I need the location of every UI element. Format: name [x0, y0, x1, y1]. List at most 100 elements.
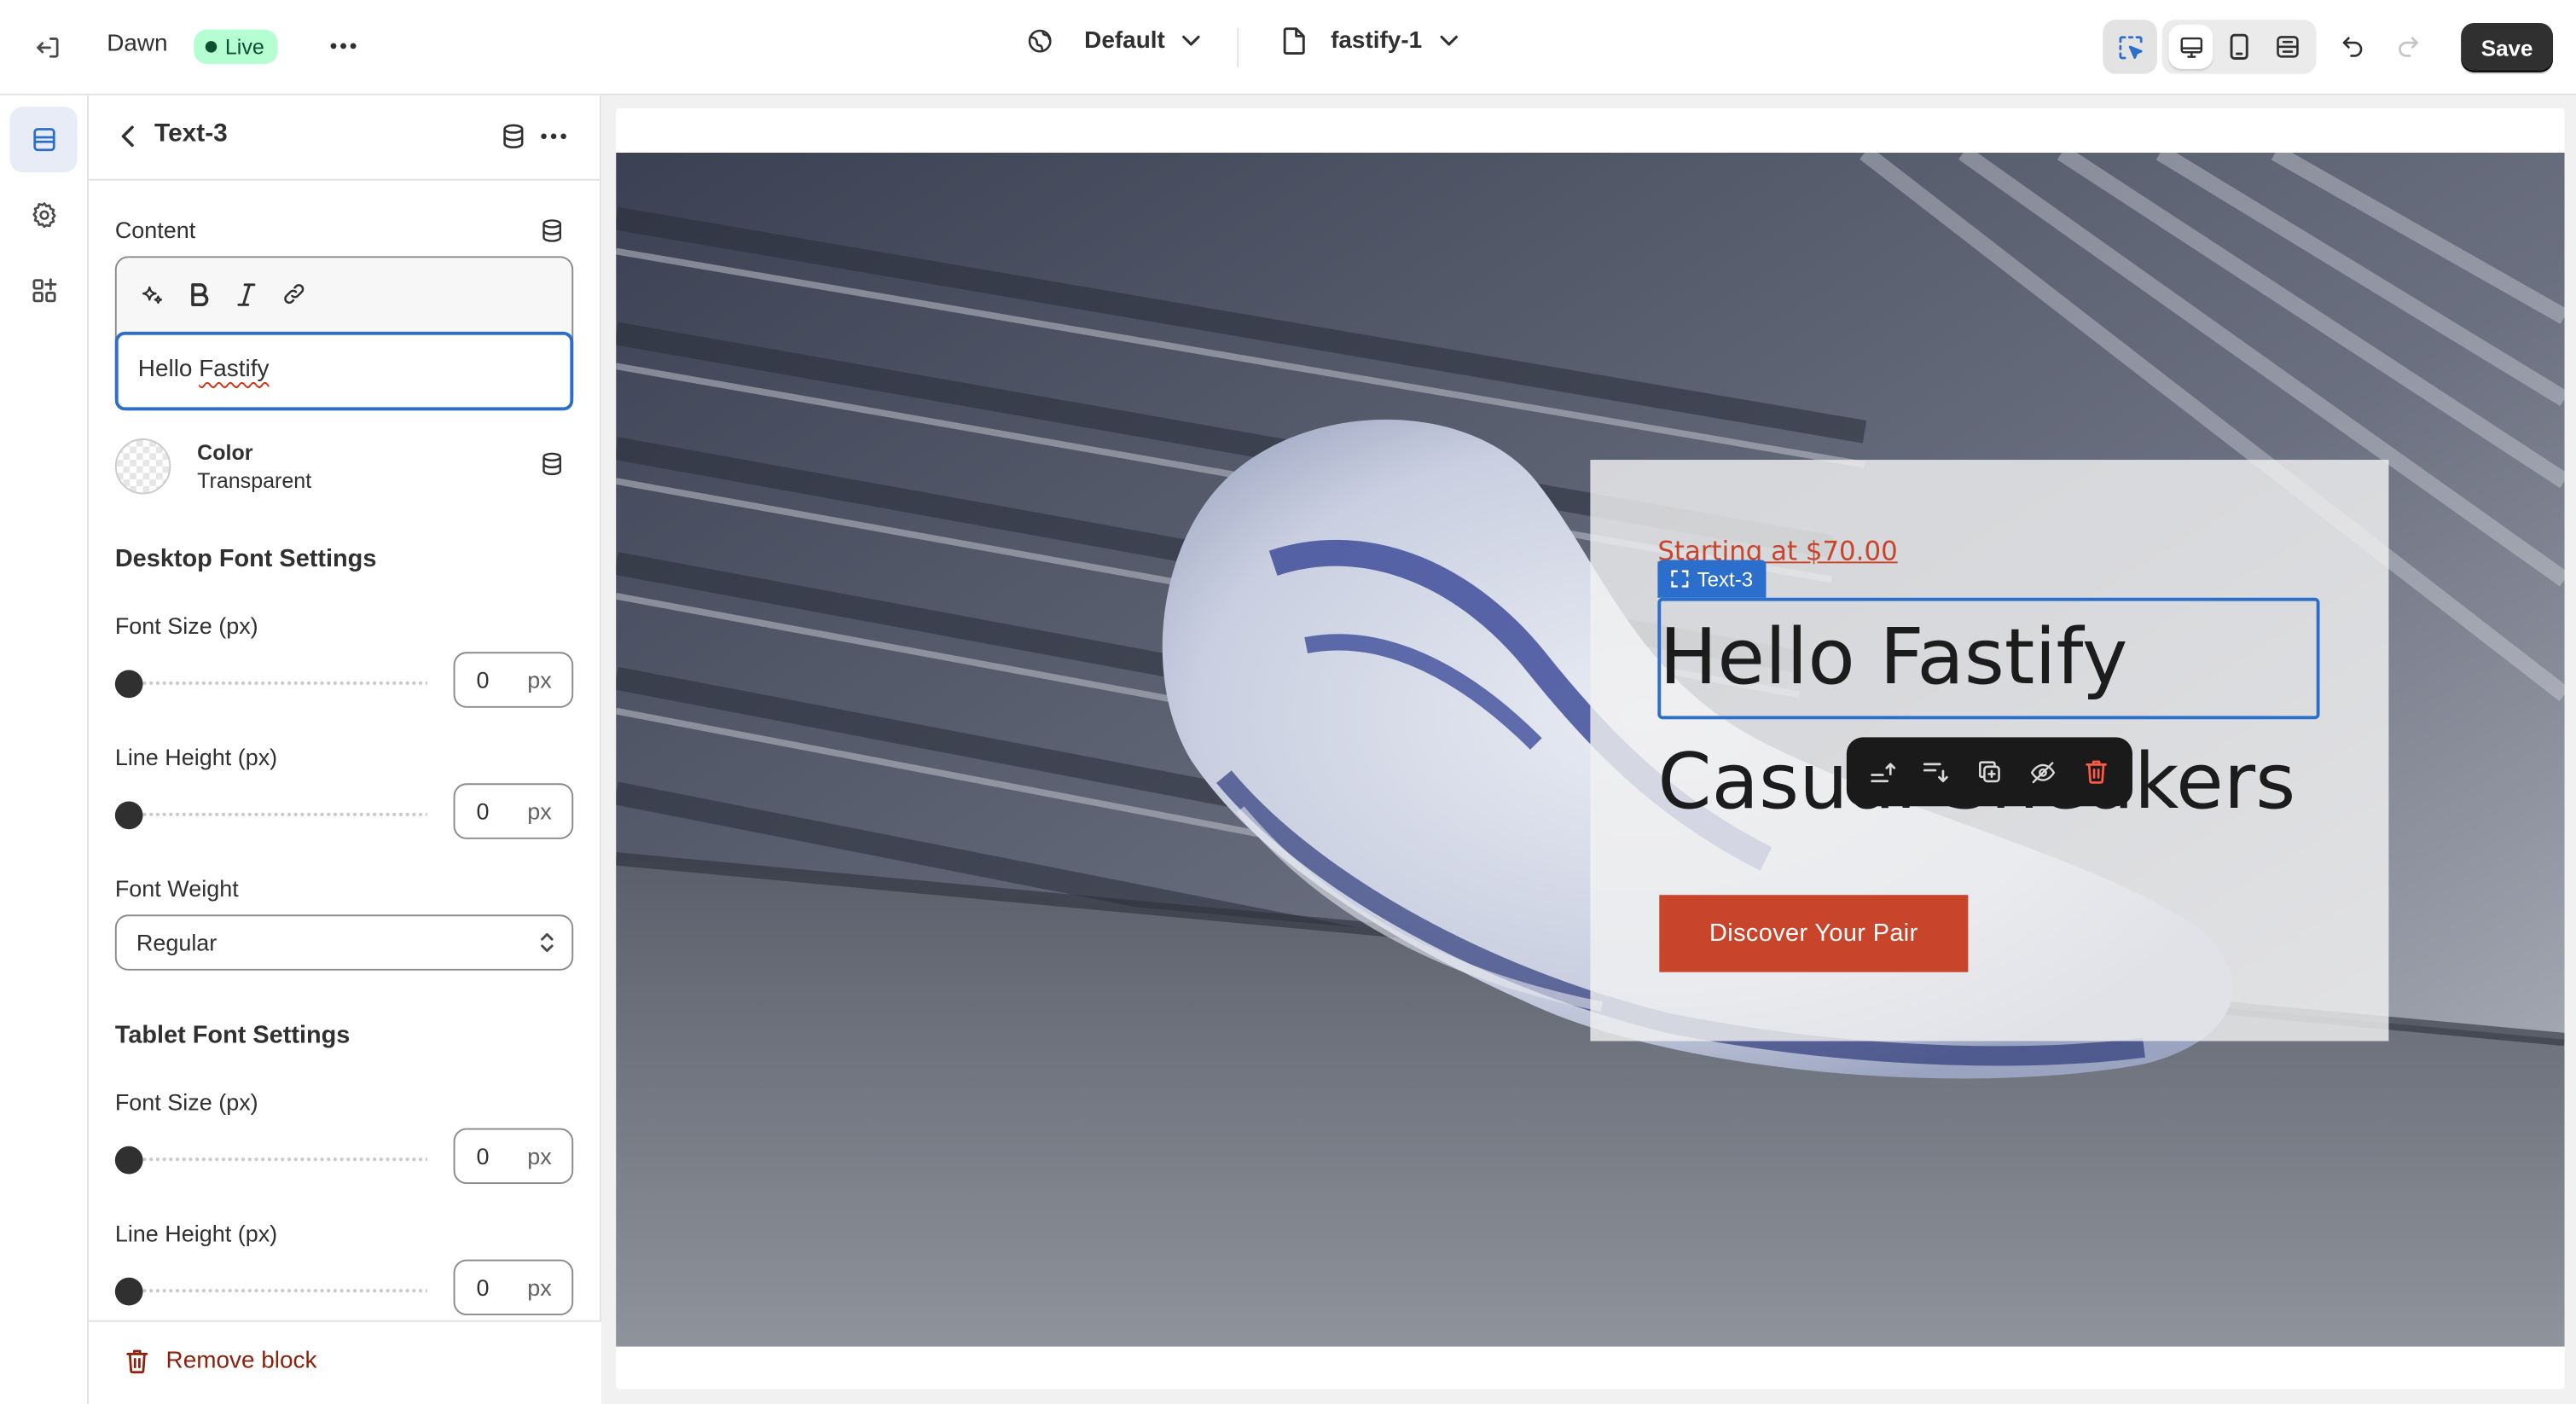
cursor-select-icon [2118, 35, 2142, 59]
theme-editor: Dawn Live Default fastify-1 Save Text-3 … [0, 0, 2576, 1404]
tablet-line-height-unit: px [527, 1273, 552, 1301]
left-rail [0, 95, 90, 1404]
apps-icon [32, 278, 56, 303]
color-label: Color [197, 439, 253, 465]
dynamic-source-button[interactable] [496, 119, 530, 154]
select-frame-icon [1671, 570, 1689, 588]
color-swatch[interactable] [114, 438, 171, 495]
sections-tab[interactable] [9, 107, 78, 173]
database-icon [502, 124, 523, 148]
ellipsis-icon [541, 133, 566, 140]
font-weight-value: Regular [136, 929, 218, 956]
status-dot [205, 41, 218, 53]
bold-icon [190, 282, 208, 306]
desktop-font-size-input[interactable]: 0 px [453, 652, 574, 708]
tablet-line-height-slider-thumb[interactable] [114, 1277, 143, 1306]
globe-icon [1028, 29, 1052, 53]
content-text: Hello [137, 356, 200, 383]
inspector-toggle-button[interactable] [2103, 20, 2157, 74]
desktop-font-size-value: 0 [476, 666, 490, 693]
link-button[interactable] [276, 276, 312, 311]
link-icon [284, 284, 305, 305]
ai-generate-button[interactable] [133, 276, 169, 311]
desktop-icon [2179, 36, 2202, 57]
sparkle-icon [141, 285, 162, 304]
content-input[interactable]: Hello Fastify [114, 331, 574, 411]
top-bar: Dawn Live Default fastify-1 Save [0, 0, 2576, 96]
chevron-down-icon [1439, 35, 1458, 46]
undo-icon [2342, 37, 2363, 57]
fullwidth-view-button[interactable] [2266, 25, 2310, 69]
gear-icon [32, 202, 55, 229]
font-weight-label: Font Weight [114, 875, 239, 902]
selected-block-tag: Text-3 [1657, 560, 1767, 598]
italic-button[interactable] [229, 276, 264, 311]
move-up-icon [1870, 762, 1895, 782]
desktop-line-height-value: 0 [476, 798, 490, 825]
eye-off-icon [2030, 761, 2055, 783]
tablet-font-size-input[interactable]: 0 px [453, 1128, 574, 1185]
apps-tab[interactable] [10, 258, 78, 323]
back-button[interactable] [108, 117, 148, 156]
tablet-line-height-input[interactable]: 0 px [453, 1259, 574, 1316]
trash-icon [126, 1349, 148, 1374]
move-down-button[interactable] [1915, 751, 1958, 793]
block-settings-panel: Text-3 Content Hello Fastify Color Trans… [89, 95, 601, 1404]
desktop-line-height-unit: px [527, 798, 552, 825]
tablet-font-size-value: 0 [476, 1142, 490, 1169]
template-selector[interactable]: Default [1025, 26, 1201, 56]
delete-block-button[interactable] [2074, 751, 2117, 793]
selected-block-outline [1657, 597, 2320, 720]
tablet-line-height-label: Line Height (px) [114, 1220, 278, 1247]
discover-your-pair-button[interactable]: Discover Your Pair [1659, 895, 1969, 972]
save-button[interactable]: Save [2461, 22, 2554, 73]
desktop-line-height-label: Line Height (px) [114, 744, 278, 770]
tablet-line-height-slider-track[interactable] [128, 1287, 427, 1295]
trash-icon [2085, 760, 2107, 784]
template-label: Default [1084, 27, 1165, 55]
content-text-misspelled: Fastify [199, 356, 270, 383]
exit-button[interactable] [23, 23, 73, 73]
desktop-line-height-slider-track[interactable] [128, 811, 427, 818]
database-icon [542, 219, 561, 242]
bold-button[interactable] [181, 276, 217, 311]
desktop-font-size-label: Font Size (px) [114, 612, 258, 639]
desktop-font-settings-heading: Desktop Font Settings [114, 545, 377, 573]
color-dynamic-source-button[interactable] [539, 450, 566, 478]
desktop-line-height-slider-thumb[interactable] [114, 801, 143, 830]
chevron-left-icon [121, 125, 134, 148]
desktop-view-button[interactable] [2168, 24, 2213, 69]
content-dynamic-source-button[interactable] [539, 217, 566, 245]
block-actions-button[interactable] [536, 119, 571, 154]
block-floating-toolbar [1846, 737, 2132, 807]
desktop-line-height-input[interactable]: 0 px [453, 783, 574, 839]
move-up-button[interactable] [1862, 751, 1905, 793]
tablet-font-size-label: Font Size (px) [114, 1088, 258, 1116]
remove-block-label: Remove block [165, 1348, 317, 1375]
undo-button[interactable] [2329, 23, 2376, 69]
redo-icon [2399, 37, 2418, 57]
status-badge-label: Live [224, 34, 264, 60]
ellipsis-icon [330, 43, 357, 49]
select-caret-icon [541, 932, 554, 953]
desktop-font-size-slider-thumb[interactable] [114, 670, 143, 699]
desktop-font-size-slider-track[interactable] [128, 680, 427, 687]
redo-button[interactable] [2386, 23, 2432, 69]
file-icon [1283, 27, 1305, 55]
mobile-view-button[interactable] [2217, 25, 2261, 69]
theme-settings-tab[interactable] [10, 183, 78, 248]
duplicate-button[interactable] [1968, 751, 2010, 793]
panel-header: Text-3 [89, 96, 601, 181]
font-weight-select[interactable]: Regular [114, 914, 574, 971]
desktop-font-size-unit: px [527, 666, 552, 693]
tablet-font-size-slider-track[interactable] [128, 1156, 427, 1163]
remove-block-button[interactable]: Remove block [125, 1348, 317, 1375]
page-label: fastify-1 [1331, 27, 1423, 55]
status-badge: Live [194, 29, 278, 65]
page-selector[interactable]: fastify-1 [1281, 26, 1458, 56]
exit-icon [37, 38, 59, 58]
rich-text-editor: Hello Fastify [114, 256, 574, 411]
theme-actions-button[interactable] [322, 23, 364, 69]
hide-button[interactable] [2022, 751, 2064, 793]
tablet-font-size-slider-thumb[interactable] [114, 1146, 143, 1175]
